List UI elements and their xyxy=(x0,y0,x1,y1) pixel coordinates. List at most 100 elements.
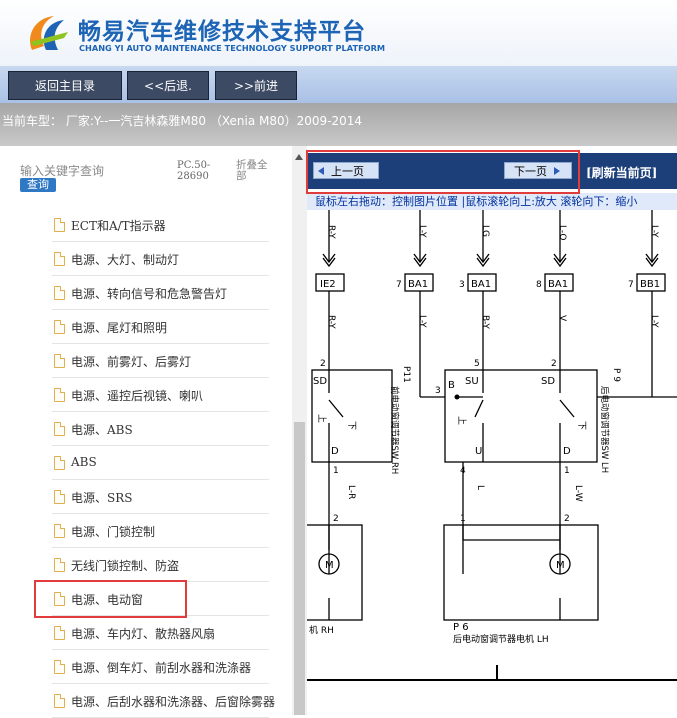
pin-number: 8 xyxy=(536,280,542,290)
sidebar-item-label: 电源、遥控后视镜、喇叭 xyxy=(71,389,204,403)
terminal-label: U xyxy=(475,446,482,457)
sidebar-item[interactable]: 无线门锁控制、防盗 xyxy=(0,548,292,582)
pin-number: 3 xyxy=(435,386,441,396)
pin-number: 4 xyxy=(460,466,466,476)
wire-label: L xyxy=(475,485,485,490)
sidebar-item-label: 电源、车内灯、散热器风扇 xyxy=(71,627,216,641)
component-code: P 6 xyxy=(453,622,469,633)
switch-position: 下 xyxy=(576,421,586,430)
sidebar-item-label: 电源、前雾灯、后雾灯 xyxy=(71,355,192,369)
sidebar-item[interactable]: 电源、SRS xyxy=(0,480,292,514)
file-icon xyxy=(54,490,65,504)
pin-number: 7 xyxy=(628,280,634,290)
sidebar-item-label: 电源、ABS xyxy=(71,423,133,437)
file-icon xyxy=(54,320,65,334)
wire-label: L-W xyxy=(573,485,583,502)
file-icon xyxy=(54,422,65,436)
wire-label: L-Y xyxy=(649,225,659,238)
pin-number: 2 xyxy=(551,359,557,369)
component-code: P 9 xyxy=(611,368,621,382)
file-icon xyxy=(54,694,65,708)
terminal-label: D xyxy=(331,446,339,457)
sidebar-item[interactable]: 电源、倒车灯、前刮水器和洗涤器 xyxy=(0,650,292,684)
wiring-diagram[interactable]: R-Y L-Y LG L-O L-Y R-Y L-Y B-Y V L-Y L-R… xyxy=(307,210,677,715)
file-icon xyxy=(54,524,65,538)
terminal-label: B xyxy=(448,380,455,391)
file-icon xyxy=(54,660,65,674)
connector-label: BA1 xyxy=(548,279,568,290)
pin-number: 1 xyxy=(333,466,339,476)
search-input[interactable]: 输入关键字查询 xyxy=(20,162,104,179)
sidebar-item[interactable]: 电源、转向信号和危急警告灯 xyxy=(0,276,292,310)
pin-number: 5 xyxy=(474,359,480,369)
switch-position: 上 xyxy=(316,414,327,423)
sidebar-item[interactable]: 电源、门锁控制 xyxy=(0,514,292,548)
back-button[interactable]: <<后退. xyxy=(127,71,209,100)
pin-number: 3 xyxy=(459,280,465,290)
sidebar-item-label: 电源、门锁控制 xyxy=(71,525,156,539)
refresh-page-link[interactable]: [刷新当前页] xyxy=(586,164,657,181)
brand-subtitle: CHANG YI AUTO MAINTENANCE TECHNOLOGY SUP… xyxy=(79,43,386,53)
wire-label: V xyxy=(557,315,567,322)
component-desc: 后电动窗调节器电机 LH xyxy=(453,633,549,645)
switch-position: 下 xyxy=(346,421,356,430)
terminal-label: SU xyxy=(465,376,479,387)
pin-number: 2 xyxy=(320,359,326,369)
sidebar-item-label: 电源、SRS xyxy=(71,491,133,505)
sidebar-item[interactable]: 电源、大灯、制动灯 xyxy=(0,242,292,276)
document-code: PC.50-28690 xyxy=(177,160,211,182)
sidebar-item[interactable]: 电源、遥控后视镜、喇叭 xyxy=(0,378,292,412)
sidebar-tree: 输入关键字查询 查询 PC.50-28690 折叠全部 ECT和A/T指示器 电源… xyxy=(0,146,292,718)
component-desc: 前电动窗调节器SW RH xyxy=(389,386,400,474)
arrow-left-icon xyxy=(318,166,324,175)
sidebar-item[interactable]: 电源、车内灯、散热器风扇 xyxy=(0,616,292,650)
sidebar-item[interactable]: ABS xyxy=(0,446,292,480)
connector-label: BB1 xyxy=(640,279,660,290)
sidebar-item[interactable]: 电源、前雾灯、后雾灯 xyxy=(0,344,292,378)
sidebar-item[interactable]: 电源、电动窗 xyxy=(0,582,292,616)
pin-number: 2 xyxy=(333,514,339,524)
wire-label: R-Y xyxy=(326,225,336,239)
file-icon xyxy=(54,252,65,266)
component-desc: 机 RH xyxy=(309,624,334,636)
sidebar-item[interactable]: 电源、ABS xyxy=(0,412,292,446)
nav-bar: 返回主目录 <<后退. >>前进 xyxy=(0,66,677,103)
app-header: 畅易汽车维修技术支持平台 CHANG YI AUTO MAINTENANCE T… xyxy=(0,0,677,66)
sidebar-item-label: 无线门锁控制、防盗 xyxy=(71,559,180,573)
viewer-hint: 鼠标左右拖动：控制图片位置 |鼠标滚轮向上:放大 滚轮向下：缩小 xyxy=(307,193,677,210)
sidebar-item-label: 电源、后刮水器和洗涤器、后窗除雾器 xyxy=(71,695,276,709)
sidebar-item-label: ECT和A/T指示器 xyxy=(71,219,166,233)
wire-label: L-Y xyxy=(417,225,427,238)
file-icon xyxy=(54,626,65,640)
diagram-viewer: 上一页 下一页 [刷新当前页] 鼠标左右拖动：控制图片位置 |鼠标滚轮向上:放大… xyxy=(307,146,677,715)
next-page-label: 下一页 xyxy=(514,164,547,178)
sidebar-item-label: 电源、大灯、制动灯 xyxy=(71,253,180,267)
collapse-all-link[interactable]: 折叠全部 xyxy=(236,160,276,182)
scroll-up-icon[interactable] xyxy=(295,154,303,160)
sidebar-item[interactable]: ECT和A/T指示器 xyxy=(0,208,292,242)
wire-label: L-Y xyxy=(417,315,427,328)
next-page-button[interactable]: 下一页 xyxy=(504,162,572,179)
file-icon xyxy=(54,558,65,572)
switch-position: 上 xyxy=(456,416,467,425)
sidebar-item[interactable]: 电源、后刮水器和洗涤器、后窗除雾器 xyxy=(0,684,292,718)
wire-label: LG xyxy=(480,225,490,237)
wire-label: R-Y xyxy=(326,315,336,329)
sidebar-item-label: 电源、转向信号和危急警告灯 xyxy=(71,287,228,301)
sidebar-item[interactable]: 电源、尾灯和照明 xyxy=(0,310,292,344)
file-icon xyxy=(54,286,65,300)
connector-label: IE2 xyxy=(320,279,336,290)
sidebar-scrollbar[interactable] xyxy=(292,146,307,715)
search-button[interactable]: 查询 xyxy=(20,178,56,192)
forward-button[interactable]: >>前进 xyxy=(215,71,297,100)
prev-page-button[interactable]: 上一页 xyxy=(313,162,379,179)
home-button[interactable]: 返回主目录 xyxy=(8,71,122,100)
wire-label: L-R xyxy=(346,485,356,499)
file-icon xyxy=(54,354,65,368)
connector-label: BA1 xyxy=(408,279,428,290)
scroll-thumb[interactable] xyxy=(294,422,305,715)
component-desc: 后电动窗调节器SW LH xyxy=(599,386,610,473)
arrow-right-icon xyxy=(554,166,560,175)
prev-page-label: 上一页 xyxy=(331,164,364,178)
terminal-label: D xyxy=(563,446,571,457)
